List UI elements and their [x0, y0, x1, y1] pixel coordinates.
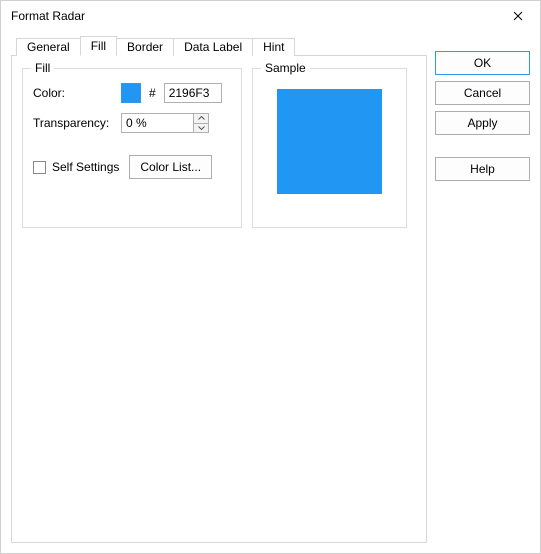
left-column: General Fill Border Data Label Hint Fill… [11, 39, 427, 543]
chevron-up-icon [198, 116, 205, 120]
tab-data-label[interactable]: Data Label [173, 38, 253, 56]
tab-fill[interactable]: Fill [80, 36, 117, 56]
self-settings-row: Self Settings Color List... [33, 155, 231, 179]
spinner-up[interactable] [194, 114, 208, 124]
button-label: Apply [467, 116, 497, 130]
spinner-buttons [193, 113, 209, 133]
close-icon [513, 11, 523, 21]
chevron-down-icon [198, 126, 205, 130]
cancel-button[interactable]: Cancel [435, 81, 530, 105]
tab-label: General [27, 40, 70, 54]
button-label: Cancel [464, 86, 501, 100]
color-swatch[interactable] [121, 83, 141, 103]
tab-label: Data Label [184, 40, 242, 54]
apply-button[interactable]: Apply [435, 111, 530, 135]
self-settings-checkbox[interactable]: Self Settings [33, 160, 119, 174]
sample-swatch [277, 89, 382, 194]
help-button[interactable]: Help [435, 157, 530, 181]
window-title: Format Radar [11, 9, 85, 23]
fill-legend: Fill [31, 61, 54, 75]
button-label: Help [470, 162, 495, 176]
transparency-label: Transparency: [33, 116, 115, 130]
transparency-input[interactable] [121, 113, 193, 133]
color-label: Color: [33, 86, 115, 100]
button-column: OK Cancel Apply Help [435, 39, 530, 543]
tab-hint[interactable]: Hint [252, 38, 295, 56]
color-row: Color: # [33, 83, 231, 103]
tab-container: General Fill Border Data Label Hint Fill… [11, 55, 427, 543]
self-settings-label: Self Settings [52, 160, 119, 174]
hash-symbol: # [149, 86, 156, 100]
color-list-button[interactable]: Color List... [129, 155, 212, 179]
button-label: Color List... [140, 160, 201, 174]
tabstrip: General Fill Border Data Label Hint [16, 37, 294, 57]
spinner-down[interactable] [194, 124, 208, 133]
tab-label: Fill [91, 39, 106, 53]
tab-label: Border [127, 40, 163, 54]
tab-body: Fill Color: # Transparency: [12, 56, 426, 240]
ok-button[interactable]: OK [435, 51, 530, 75]
transparency-spinner [121, 113, 209, 133]
sample-fieldset: Sample [252, 68, 407, 228]
dialog-window: Format Radar General Fill Border Data La… [0, 0, 541, 554]
sample-legend: Sample [261, 61, 310, 75]
tab-label: Hint [263, 40, 284, 54]
tab-border[interactable]: Border [116, 38, 174, 56]
close-button[interactable] [495, 1, 540, 31]
tab-general[interactable]: General [16, 38, 81, 56]
checkbox-icon [33, 161, 46, 174]
transparency-row: Transparency: [33, 113, 231, 133]
button-label: OK [474, 56, 491, 70]
fill-fieldset: Fill Color: # Transparency: [22, 68, 242, 228]
color-hex-input[interactable] [164, 83, 222, 103]
titlebar: Format Radar [1, 1, 540, 31]
content-area: General Fill Border Data Label Hint Fill… [1, 31, 540, 553]
